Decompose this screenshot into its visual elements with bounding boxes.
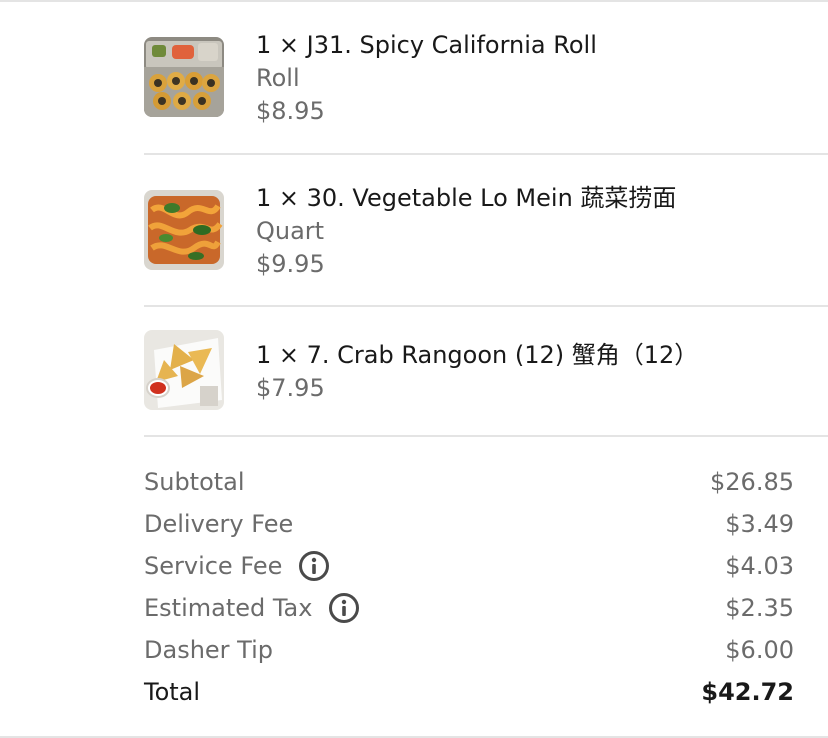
service-fee-label: Service Fee	[144, 552, 283, 580]
item-detail: Roll	[256, 64, 300, 92]
delivery-fee-label: Delivery Fee	[144, 510, 294, 538]
subtotal-row: Subtotal $26.85	[144, 461, 794, 503]
info-icon[interactable]	[298, 550, 330, 582]
item-price: $7.95	[256, 374, 325, 402]
order-item[interactable]: 1 × 30. Vegetable Lo Mein 蔬菜捞面 Quart $9.…	[144, 155, 828, 307]
dasher-tip-label: Dasher Tip	[144, 636, 273, 664]
dasher-tip-row: Dasher Tip $6.00	[144, 629, 794, 671]
order-summary-page: 1 × J31. Spicy California Roll Roll $8.9…	[0, 0, 828, 738]
estimated-tax-label: Estimated Tax	[144, 594, 313, 622]
sushi-roll-image	[144, 37, 224, 117]
estimated-tax-label-group: Estimated Tax	[144, 587, 360, 629]
item-info: 1 × J31. Spicy California Roll Roll $8.9…	[256, 29, 816, 128]
crab-rangoon-image	[144, 330, 224, 410]
total-amount: $42.72	[701, 678, 794, 706]
order-item[interactable]: 1 × J31. Spicy California Roll Roll $8.9…	[144, 0, 828, 155]
item-info: 1 × 7. Crab Rangoon (12) 蟹角（12） $7.95	[256, 339, 816, 405]
total-label: Total	[144, 678, 201, 706]
order-items-list: 1 × J31. Spicy California Roll Roll $8.9…	[144, 0, 828, 437]
item-name: 1 × 30. Vegetable Lo Mein 蔬菜捞面	[256, 184, 677, 212]
item-price: $8.95	[256, 97, 325, 125]
subtotal-label: Subtotal	[144, 468, 245, 496]
estimated-tax-row: Estimated Tax $2.35	[144, 587, 794, 629]
lo-mein-image	[144, 190, 224, 270]
info-icon[interactable]	[328, 592, 360, 624]
service-fee-label-group: Service Fee	[144, 545, 330, 587]
subtotal-amount: $26.85	[710, 468, 794, 496]
service-fee-row: Service Fee $4.03	[144, 545, 794, 587]
item-name: 1 × 7. Crab Rangoon (12) 蟹角（12）	[256, 341, 699, 369]
total-row: Total $42.72	[144, 671, 794, 713]
item-info: 1 × 30. Vegetable Lo Mein 蔬菜捞面 Quart $9.…	[256, 182, 816, 281]
item-name: 1 × J31. Spicy California Roll	[256, 31, 597, 59]
delivery-fee-row: Delivery Fee $3.49	[144, 503, 794, 545]
price-summary: Subtotal $26.85 Delivery Fee $3.49 Servi…	[144, 461, 794, 713]
estimated-tax-amount: $2.35	[725, 594, 794, 622]
order-item[interactable]: 1 × 7. Crab Rangoon (12) 蟹角（12） $7.95	[144, 307, 828, 437]
dasher-tip-amount: $6.00	[725, 636, 794, 664]
item-price: $9.95	[256, 250, 325, 278]
service-fee-amount: $4.03	[725, 552, 794, 580]
item-detail: Quart	[256, 217, 325, 245]
delivery-fee-amount: $3.49	[725, 510, 794, 538]
